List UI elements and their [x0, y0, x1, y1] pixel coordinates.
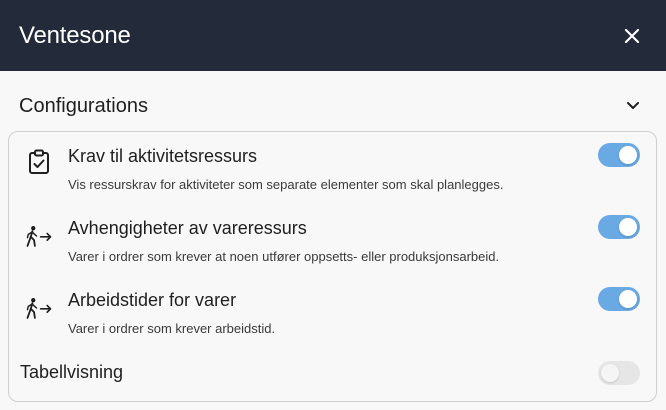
toggle-item-resource-dependencies[interactable] — [598, 215, 640, 239]
config-item-work-hours-for-items: Arbeidstider for varer Varer i ordrer so… — [9, 286, 656, 346]
table-view-label: Tabellvisning — [20, 362, 124, 382]
walking-person-arrow-icon — [25, 294, 53, 322]
toggle-activity-resource[interactable] — [598, 143, 640, 167]
item-title: Krav til aktivitetsressurs — [68, 146, 258, 166]
item-description: Vis ressurskrav for aktiviteter som sepa… — [68, 177, 504, 192]
walking-person-arrow-icon — [25, 222, 53, 250]
close-button[interactable] — [618, 22, 646, 50]
item-description: Varer i ordrer som krever at noen utføre… — [68, 249, 500, 264]
configurations-panel: Krav til aktivitetsressurs Vis ressurskr… — [8, 131, 657, 402]
clipboard-check-icon — [25, 148, 53, 176]
item-title: Arbeidstider for varer — [68, 290, 237, 310]
config-item-activity-resource: Krav til aktivitetsressurs Vis ressurskr… — [9, 142, 656, 202]
item-description: Varer i ordrer som krever arbeidstid. — [68, 321, 276, 336]
dialog-title: Ventesone — [19, 21, 131, 49]
close-icon — [624, 28, 640, 43]
toggle-work-hours-for-items[interactable] — [598, 287, 640, 311]
dialog-header: Ventesone — [0, 0, 666, 71]
chevron-down-icon[interactable] — [624, 97, 642, 115]
config-item-item-resource-dependencies: Avhengigheter av vareressurs Varer i ord… — [9, 214, 656, 274]
item-title: Avhengigheter av vareressurs — [68, 218, 307, 238]
configurations-section-header[interactable]: Configurations — [0, 84, 666, 128]
section-title: Configurations — [19, 94, 148, 117]
table-view-row: Tabellvisning — [9, 356, 656, 388]
toggle-table-view[interactable] — [598, 361, 640, 385]
